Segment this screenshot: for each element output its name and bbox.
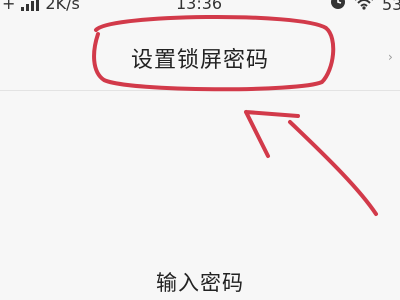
plus-indicator: +: [2, 0, 16, 13]
wifi-icon: [354, 0, 374, 14]
status-time: 13:36: [176, 0, 223, 13]
status-right: 53: [330, 0, 400, 14]
battery-level: 53: [382, 0, 400, 14]
status-left: + 2K/s: [2, 0, 80, 13]
nav-bar: 设置锁屏密码 ›: [0, 20, 400, 91]
page-title: 设置锁屏密码: [130, 48, 269, 73]
signal-icon: [21, 0, 40, 11]
phone-screen: + 2K/s 13:36 53 设置锁屏密码 › 输入密码: [0, 0, 400, 300]
alarm-icon: [330, 0, 346, 14]
network-speed: 2K/s: [45, 0, 80, 13]
nav-edge-mark: ›: [388, 50, 393, 64]
password-prompt-label: 输入密码: [156, 271, 244, 295]
status-bar: + 2K/s 13:36 53: [0, 0, 400, 14]
password-content: 输入密码: [0, 91, 400, 300]
